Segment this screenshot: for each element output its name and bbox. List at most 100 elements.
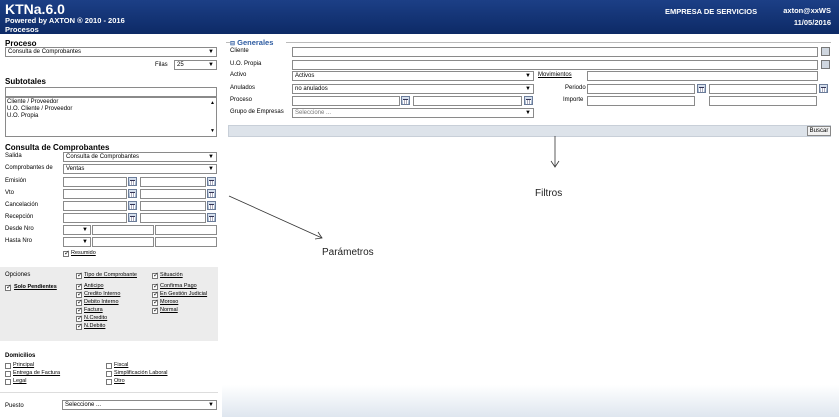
proceso-desde-input[interactable] xyxy=(292,96,400,106)
collapse-icon[interactable]: ⊟ xyxy=(230,41,235,47)
proceso-select[interactable]: Consulta de Comprobantes ▼ xyxy=(5,47,217,57)
scroll-down-icon[interactable]: ▼ xyxy=(210,128,215,134)
legal-checkbox[interactable] xyxy=(5,379,11,385)
solo-pendientes-checkbox[interactable] xyxy=(5,283,12,291)
buscar-button[interactable]: Buscar xyxy=(807,126,831,136)
subtotales-input[interactable] xyxy=(5,87,217,97)
calendar-icon[interactable] xyxy=(819,84,828,93)
list-item[interactable]: Cliente / Proveedor xyxy=(7,99,58,105)
desde-nro-select[interactable]: ▼ xyxy=(63,225,91,235)
normal-checkbox[interactable] xyxy=(152,306,159,314)
resumido-label[interactable]: Resumido xyxy=(71,250,96,256)
fiscal-label[interactable]: Fiscal xyxy=(114,362,128,368)
edit-icon[interactable] xyxy=(821,60,830,69)
puesto-select[interactable]: Seleccione ... ▼ xyxy=(62,400,217,410)
cancelacion-desde-input[interactable] xyxy=(63,201,127,211)
movimientos-input[interactable] xyxy=(587,71,818,81)
opciones-title: Opciones xyxy=(5,272,31,278)
importe-hasta-input[interactable] xyxy=(709,96,817,106)
situacion-checkbox[interactable] xyxy=(152,271,159,279)
normal-label[interactable]: Normal xyxy=(160,307,178,313)
importe-desde-input[interactable] xyxy=(587,96,695,106)
proceso-hasta-input[interactable] xyxy=(413,96,522,106)
gestion-judicial-label[interactable]: En Gestión Judicial xyxy=(160,291,207,297)
movimientos-label[interactable]: Movimientos xyxy=(538,72,572,78)
hasta-nro-input-2[interactable] xyxy=(155,237,217,247)
desde-nro-input-1[interactable] xyxy=(92,225,154,235)
resumido-checkbox[interactable] xyxy=(63,249,70,257)
calendar-icon[interactable] xyxy=(207,201,216,210)
desde-nro-input-2[interactable] xyxy=(155,225,217,235)
cancelacion-hasta-input[interactable] xyxy=(140,201,206,211)
calendar-icon[interactable] xyxy=(128,201,137,210)
filas-select[interactable]: 25 ▼ xyxy=(174,60,217,70)
simplificacion-laboral-label[interactable]: Simplificación Laboral xyxy=(114,370,168,376)
generales-title[interactable]: ⊟ Generales xyxy=(230,38,273,47)
activo-value: Activos xyxy=(295,73,315,79)
periodo-desde-input[interactable] xyxy=(587,84,695,94)
list-item[interactable]: U.O. Cliente / Proveedor xyxy=(7,106,72,112)
calendar-icon[interactable] xyxy=(207,177,216,186)
ndebito-label[interactable]: N.Debito xyxy=(84,323,105,329)
entrega-factura-checkbox[interactable] xyxy=(5,371,11,377)
moroso-label[interactable]: Moroso xyxy=(160,299,178,305)
cliente-input[interactable] xyxy=(292,47,818,57)
scroll-up-icon[interactable]: ▲ xyxy=(210,100,215,106)
filtros-arrowhead xyxy=(550,160,560,168)
solo-pendientes-label[interactable]: Solo Pendientes xyxy=(14,284,57,290)
calendar-icon[interactable] xyxy=(207,189,216,198)
list-item[interactable]: U.O. Propia xyxy=(7,113,38,119)
emision-desde-input[interactable] xyxy=(63,177,127,187)
credito-interno-label[interactable]: Credito Interno xyxy=(84,291,120,297)
calendar-icon[interactable] xyxy=(128,213,137,222)
puesto-value: Seleccione ... xyxy=(65,402,102,408)
subtotales-list[interactable]: Cliente / Proveedor U.O. Cliente / Prove… xyxy=(5,97,217,137)
calendar-icon[interactable] xyxy=(697,84,706,93)
calendar-icon[interactable] xyxy=(207,213,216,222)
recepcion-desde-input[interactable] xyxy=(63,213,127,223)
periodo-hasta-input[interactable] xyxy=(709,84,817,94)
puesto-label: Puesto xyxy=(5,403,24,409)
calendar-icon[interactable] xyxy=(128,177,137,186)
recepcion-hasta-input[interactable] xyxy=(140,213,206,223)
confirma-pago-label[interactable]: Confirma Pago xyxy=(160,283,197,289)
ncredito-label[interactable]: N.Credito xyxy=(84,315,107,321)
app-header: KTNa.6.0 Powered by AXTON ® 2010 - 2016 … xyxy=(0,0,839,34)
anulados-select[interactable]: no anulados ▼ xyxy=(292,84,534,94)
tipo-comprobante-checkbox[interactable] xyxy=(76,271,83,279)
calendar-icon[interactable] xyxy=(401,96,410,105)
domicilios-title: Domicilios xyxy=(5,353,36,359)
uo-propia-input[interactable] xyxy=(292,60,818,70)
principal-checkbox[interactable] xyxy=(5,363,11,369)
entrega-factura-label[interactable]: Entrega de Factura xyxy=(13,370,60,376)
otro-label[interactable]: Otro xyxy=(114,378,125,384)
user-name[interactable]: axton@xxWS xyxy=(783,6,831,15)
legal-label[interactable]: Legal xyxy=(13,378,26,384)
salida-select[interactable]: Consulta de Comprobantes ▼ xyxy=(63,152,217,162)
debito-interno-label[interactable]: Debito Interno xyxy=(84,299,119,305)
hasta-nro-select[interactable]: ▼ xyxy=(63,237,91,247)
salida-value: Consulta de Comprobantes xyxy=(66,154,140,160)
activo-select[interactable]: Activos ▼ xyxy=(292,71,534,81)
anticipo-label[interactable]: Anticipo xyxy=(84,283,104,289)
calendar-icon[interactable] xyxy=(524,96,533,105)
fiscal-checkbox[interactable] xyxy=(106,363,112,369)
tipo-comprobante-label[interactable]: Tipo de Comprobante xyxy=(84,272,137,278)
factura-label[interactable]: Factura xyxy=(84,307,103,313)
uo-propia-label: U.O. Propia xyxy=(230,61,262,67)
edit-icon[interactable] xyxy=(821,47,830,56)
calendar-icon[interactable] xyxy=(128,189,137,198)
vto-desde-input[interactable] xyxy=(63,189,127,199)
situacion-label[interactable]: Situación xyxy=(160,272,183,278)
parametros-arrowhead xyxy=(314,231,323,240)
otro-checkbox[interactable] xyxy=(106,379,112,385)
vto-hasta-input[interactable] xyxy=(140,189,206,199)
simplificacion-laboral-checkbox[interactable] xyxy=(106,371,112,377)
anulados-value: no anulados xyxy=(295,86,328,92)
emision-hasta-input[interactable] xyxy=(140,177,206,187)
principal-label[interactable]: Principal xyxy=(13,362,34,368)
comprobantes-select[interactable]: Ventas ▼ xyxy=(63,164,217,174)
hasta-nro-input-1[interactable] xyxy=(92,237,154,247)
ndebito-checkbox[interactable] xyxy=(76,322,83,330)
grupo-empresas-select[interactable]: Seleccione ... ▼ xyxy=(292,108,534,118)
